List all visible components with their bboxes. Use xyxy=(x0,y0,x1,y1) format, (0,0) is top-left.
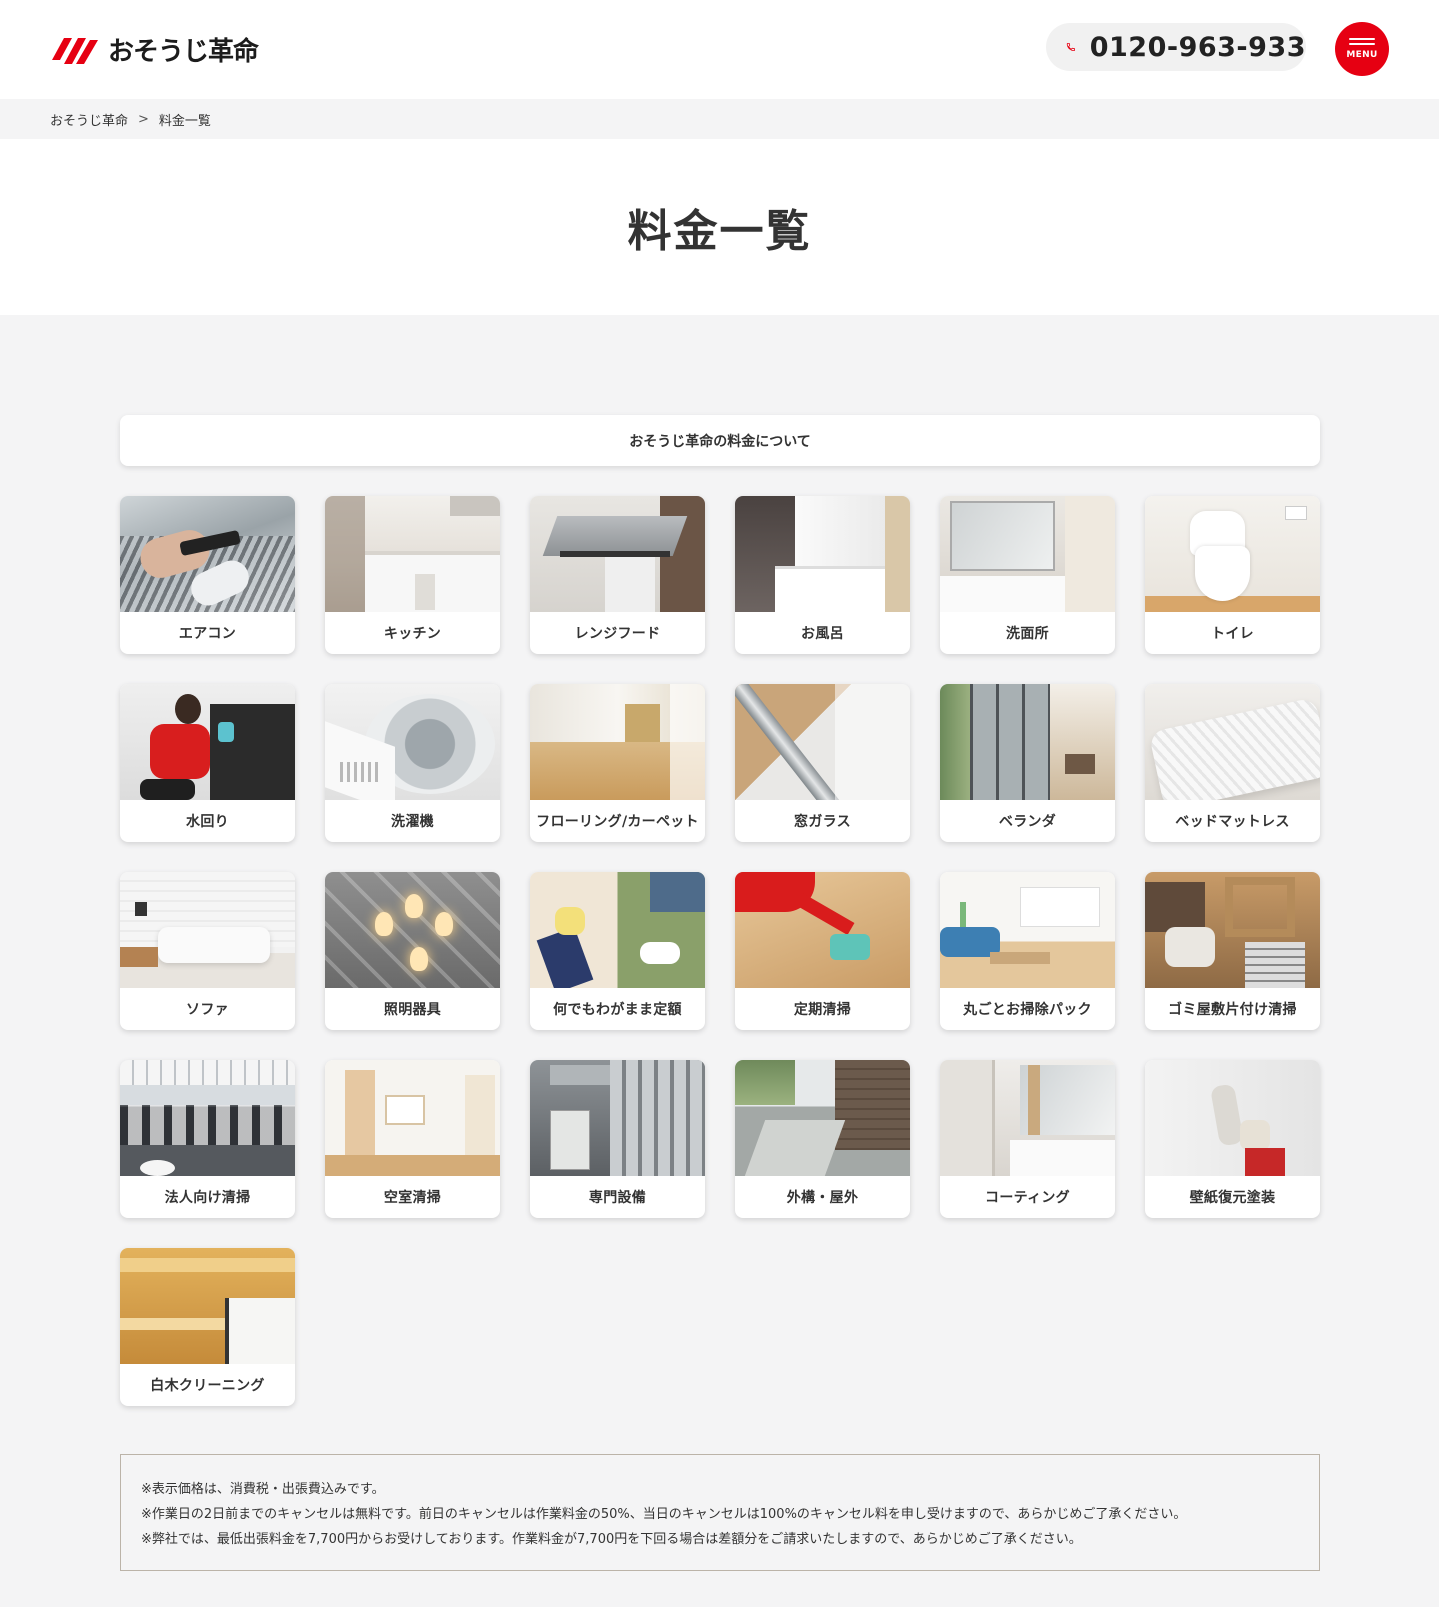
wall-painting-photo xyxy=(1145,1060,1320,1176)
living-room-photo xyxy=(940,872,1115,988)
service-card-kitchen[interactable]: キッチン xyxy=(325,496,500,654)
note-line: ※作業日の2日前までのキャンセルは無料です。前日のキャンセルは作業料金の50%、… xyxy=(141,1507,1187,1522)
service-label: 白木クリーニング xyxy=(150,1378,265,1394)
phone-call-button[interactable]: 0120-963-933 xyxy=(1046,23,1306,71)
service-card-whole-house-pack[interactable]: 丸ごとお掃除パック xyxy=(940,872,1115,1030)
menu-button[interactable]: MENU xyxy=(1335,22,1389,76)
kitchen-photo xyxy=(325,496,500,612)
bathroom-photo xyxy=(735,496,910,612)
empty-room-photo xyxy=(325,1060,500,1176)
service-label: ベッドマットレス xyxy=(1175,814,1290,830)
service-label: 外構・屋外 xyxy=(786,1190,859,1206)
service-label: ソファ xyxy=(186,1002,229,1018)
exterior-photo xyxy=(735,1060,910,1176)
service-card-hoarder-house[interactable]: ゴミ屋敷片付け清掃 xyxy=(1145,872,1320,1030)
service-card-toilet[interactable]: トイレ xyxy=(1145,496,1320,654)
service-label: ベランダ xyxy=(998,814,1057,830)
service-label: 壁紙復元塗装 xyxy=(1189,1190,1276,1206)
service-label: 定期清掃 xyxy=(793,1002,852,1018)
service-card-aircon[interactable]: エアコン xyxy=(120,496,295,654)
breadcrumb: おそうじ革命 > 料金一覧 xyxy=(0,99,1439,139)
veranda-photo xyxy=(940,684,1115,800)
service-card-mattress[interactable]: ベッドマットレス xyxy=(1145,684,1320,842)
gloves-photo xyxy=(530,872,705,988)
service-card-washing-machine[interactable]: 洗濯機 xyxy=(325,684,500,842)
pricing-about-link[interactable]: おそうじ革命の料金について xyxy=(120,415,1320,466)
service-label: フローリング/カーペット xyxy=(536,814,699,830)
staff-cleaning-photo xyxy=(120,684,295,800)
site-logo[interactable]: おそうじ革命 xyxy=(50,30,259,68)
service-label: 照明器具 xyxy=(383,1002,442,1018)
range-hood-photo xyxy=(530,496,705,612)
breadcrumb-current: 料金一覧 xyxy=(158,113,211,129)
service-card-coating[interactable]: コーティング xyxy=(940,1060,1115,1218)
note-line: ※表示価格は、消費税・出張費込みです。 xyxy=(141,1482,385,1497)
service-card-washroom[interactable]: 洗面所 xyxy=(940,496,1115,654)
service-card-flooring[interactable]: フローリング/カーペット xyxy=(530,684,705,842)
vanity-photo xyxy=(940,1060,1115,1176)
breadcrumb-separator: > xyxy=(138,111,149,127)
service-card-exterior[interactable]: 外構・屋外 xyxy=(735,1060,910,1218)
service-label: 丸ごとお掃除パック xyxy=(963,1002,1092,1018)
office-photo xyxy=(120,1060,295,1176)
service-label: お風呂 xyxy=(801,626,844,642)
logo-text: おそうじ革命 xyxy=(108,36,259,67)
service-card-flat-rate[interactable]: 何でもわがまま定額 xyxy=(530,872,705,1030)
service-label: 水回り xyxy=(186,814,229,830)
service-card-white-wood[interactable]: 白木クリーニング xyxy=(120,1248,295,1406)
service-grid: エアコン キッチン レンジフード お風呂 洗面所 トイレ 水回り 洗濯機 フロー… xyxy=(120,496,1320,1406)
aircon-cleaning-photo xyxy=(120,496,295,612)
service-label: 何でもわがまま定額 xyxy=(553,1002,682,1018)
pricing-notes: ※表示価格は、消費税・出張費込みです。 ※作業日の2日前までのキャンセルは無料で… xyxy=(120,1454,1320,1571)
sofa-photo xyxy=(120,872,295,988)
washroom-photo xyxy=(940,496,1115,612)
service-card-vacant-room[interactable]: 空室清掃 xyxy=(325,1060,500,1218)
site-header: おそうじ革命 0120-963-933 MENU xyxy=(0,0,1439,99)
service-card-window-glass[interactable]: 窓ガラス xyxy=(735,684,910,842)
note-line: ※弊社では、最低出張料金を7,700円からお受けしております。作業料金が7,70… xyxy=(141,1532,1082,1547)
service-label: 空室清掃 xyxy=(383,1190,442,1206)
equipment-photo xyxy=(530,1060,705,1176)
mattress-photo xyxy=(1145,684,1320,800)
service-label: 法人向け清掃 xyxy=(164,1190,251,1206)
service-card-range-hood[interactable]: レンジフード xyxy=(530,496,705,654)
chandelier-photo xyxy=(325,872,500,988)
service-label: キッチン xyxy=(383,626,442,642)
service-label: レンジフード xyxy=(574,626,661,642)
title-band: 料金一覧 xyxy=(0,139,1439,315)
phone-number: 0120-963-933 xyxy=(1089,31,1306,63)
service-label: エアコン xyxy=(178,626,237,642)
floor-wiping-photo xyxy=(735,872,910,988)
toilet-photo xyxy=(1145,496,1320,612)
wood-beam-photo xyxy=(120,1248,295,1364)
service-card-wallpaper-paint[interactable]: 壁紙復元塗装 xyxy=(1145,1060,1320,1218)
hamburger-line-icon xyxy=(1349,43,1375,45)
clutter-photo xyxy=(1145,872,1320,988)
hamburger-line-icon xyxy=(1349,38,1375,40)
service-label: トイレ xyxy=(1211,626,1254,642)
service-card-equipment[interactable]: 専門設備 xyxy=(530,1060,705,1218)
washing-machine-photo xyxy=(325,684,500,800)
logo-mark-icon xyxy=(52,38,98,64)
service-card-sofa[interactable]: ソファ xyxy=(120,872,295,1030)
breadcrumb-home-link[interactable]: おそうじ革命 xyxy=(50,110,128,129)
service-label: コーティング xyxy=(985,1190,1070,1206)
service-card-water-area[interactable]: 水回り xyxy=(120,684,295,842)
flooring-photo xyxy=(530,684,705,800)
service-label: 専門設備 xyxy=(588,1190,647,1206)
service-card-bath[interactable]: お風呂 xyxy=(735,496,910,654)
menu-label: MENU xyxy=(1346,50,1378,60)
service-card-lighting[interactable]: 照明器具 xyxy=(325,872,500,1030)
service-card-corporate[interactable]: 法人向け清掃 xyxy=(120,1060,295,1218)
page-title: 料金一覧 xyxy=(627,206,812,257)
service-label: ゴミ屋敷片付け清掃 xyxy=(1168,1002,1297,1018)
service-card-regular-cleaning[interactable]: 定期清掃 xyxy=(735,872,910,1030)
service-label: 洗濯機 xyxy=(391,814,434,830)
service-label: 洗面所 xyxy=(1006,626,1049,642)
service-label: 窓ガラス xyxy=(794,814,851,830)
window-glass-photo xyxy=(735,684,910,800)
phone-icon xyxy=(1066,42,1075,52)
service-card-veranda[interactable]: ベランダ xyxy=(940,684,1115,842)
